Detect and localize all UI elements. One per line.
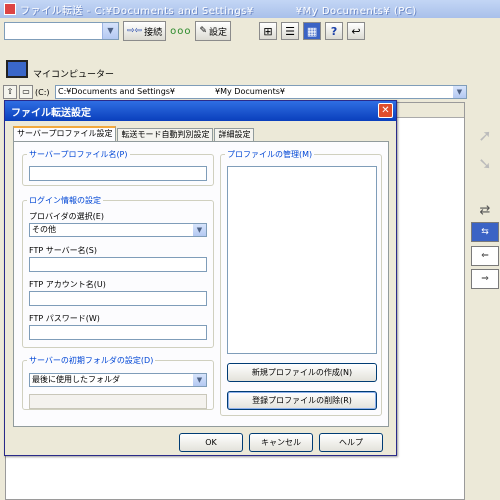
connection-status-icon: ooo [170, 25, 192, 37]
app-title-bar: ファイル転送 - C:¥Documents and Settings¥ ¥My … [0, 0, 500, 18]
new-profile-button[interactable]: 新規プロファイルの作成(N) [227, 363, 377, 382]
ftp-password-label-text: FTP パスワード(W) [29, 314, 100, 323]
profile-manage-group: プロファイルの管理(M) 新規プロファイルの作成(N) 登録プロファイルの削除(… [220, 149, 382, 416]
settings-button[interactable]: ✎ 設定 [195, 21, 232, 41]
settings-icon: ✎ [199, 26, 208, 36]
ftp-server-label: FTP サーバー名(S) [29, 246, 97, 255]
sync-icon[interactable]: ⇄ [472, 197, 498, 223]
tab-panel: サーバープロファイル名(P) ログイン情報の設定 プロバイダの選択(E) その他… [13, 141, 389, 427]
init-folder-legend: サーバーの初期フォルダの設定(D) [27, 355, 156, 366]
chevron-down-icon[interactable]: ▼ [193, 224, 206, 236]
tab-strip: サーバープロファイル設定 転送モード自動判別設定 詳細設定 [13, 126, 255, 141]
init-folder-group: サーバーの初期フォルダの設定(D) 最後に使用したフォルダ ▼ [22, 355, 214, 410]
app-icon [4, 3, 16, 15]
init-folder-value: 最後に使用したフォルダ [32, 375, 120, 384]
ftp-settings-dialog: ファイル転送設定 ✕ サーバープロファイル設定 転送モード自動判別設定 詳細設定… [4, 100, 397, 456]
path-combo[interactable]: C:¥Documents and Settings¥ ¥My Documents… [55, 85, 467, 99]
chevron-down-icon[interactable]: ▼ [453, 86, 466, 98]
ftp-account-label: FTP アカウント名(U) [29, 280, 106, 289]
chevron-down-icon[interactable]: ▼ [102, 23, 118, 39]
profile-name-input[interactable] [29, 166, 207, 181]
drive-icon[interactable]: ▭ [19, 85, 33, 99]
close-icon[interactable]: ✕ [378, 103, 393, 118]
my-computer-icon [6, 60, 28, 78]
profile-name-legend: サーバープロファイル名(P) [27, 149, 130, 160]
icon-view-icon[interactable]: ⊞ [259, 22, 278, 40]
ftp-account-input[interactable] [29, 291, 207, 306]
download-arrow-icon[interactable]: ➘ [472, 150, 498, 176]
chevron-down-icon[interactable]: ▼ [193, 374, 206, 386]
path-text: C:¥Documents and Settings¥ ¥My Documents… [58, 87, 285, 96]
app-title: ファイル転送 - C:¥Documents and Settings¥ ¥My … [20, 5, 417, 17]
drive-label: (C:) [35, 87, 50, 97]
settings-label: 設定 [209, 27, 228, 38]
provider-label: プロバイダの選択(E) [29, 212, 104, 221]
profile-manage-legend: プロファイルの管理(M) [225, 149, 315, 160]
profile-listbox[interactable] [227, 166, 377, 354]
cancel-button[interactable]: キャンセル [249, 433, 313, 452]
ftp-password-input[interactable] [29, 325, 207, 340]
provider-select[interactable]: その他 ▼ [29, 223, 207, 237]
exit-icon[interactable]: ↩ [347, 22, 366, 40]
connect-icon: ⇨⇦ [127, 26, 143, 36]
transfer-tools: ➚ ➘ ⇄ ⇆ ⇐ ⇒ [470, 102, 500, 500]
tab-transfer-mode[interactable]: 転送モード自動判別設定 [117, 128, 214, 141]
init-folder-path-input[interactable] [29, 394, 207, 409]
tab-server-profile[interactable]: サーバープロファイル設定 [13, 126, 117, 141]
mirror-right-icon[interactable]: ⇒ [471, 269, 499, 289]
toolbar: ▼ ⇨⇦ 接続 ooo ✎ 設定 ⊞ ☰ ▦ ? ↩ [0, 18, 500, 44]
connect-button[interactable]: ⇨⇦ 接続 [123, 21, 167, 41]
upload-arrow-icon[interactable]: ➚ [472, 122, 498, 148]
server-profile-combo[interactable]: ▼ [4, 22, 119, 40]
dialog-title-bar: ファイル転送設定 ✕ [5, 101, 396, 121]
my-computer-label: マイコンピューター [33, 70, 115, 80]
compare-mode-icon[interactable]: ⇆ [471, 222, 499, 242]
help-button[interactable]: ヘルプ [319, 433, 383, 452]
provider-value: その他 [32, 225, 56, 234]
dialog-title: ファイル転送設定 [11, 107, 91, 119]
help-icon[interactable]: ? [325, 22, 344, 40]
tab-advanced[interactable]: 詳細設定 [214, 128, 255, 141]
delete-profile-button[interactable]: 登録プロファイルの削除(R) [227, 391, 377, 410]
login-group: ログイン情報の設定 プロバイダの選択(E) その他 ▼ FTP サーバー名(S)… [22, 195, 214, 348]
connect-label: 接続 [144, 27, 163, 38]
path-row: ⇧ ▭ (C:) C:¥Documents and Settings¥ ¥My … [3, 84, 467, 100]
ok-button[interactable]: OK [179, 433, 243, 452]
detail-view-icon[interactable]: ▦ [303, 22, 322, 40]
mirror-left-icon[interactable]: ⇐ [471, 246, 499, 266]
init-folder-select[interactable]: 最後に使用したフォルダ ▼ [29, 373, 207, 387]
up-folder-icon[interactable]: ⇧ [3, 85, 17, 99]
login-legend: ログイン情報の設定 [27, 195, 103, 206]
profile-name-group: サーバープロファイル名(P) [22, 149, 214, 186]
ftp-server-input[interactable] [29, 257, 207, 272]
list-view-icon[interactable]: ☰ [281, 22, 300, 40]
